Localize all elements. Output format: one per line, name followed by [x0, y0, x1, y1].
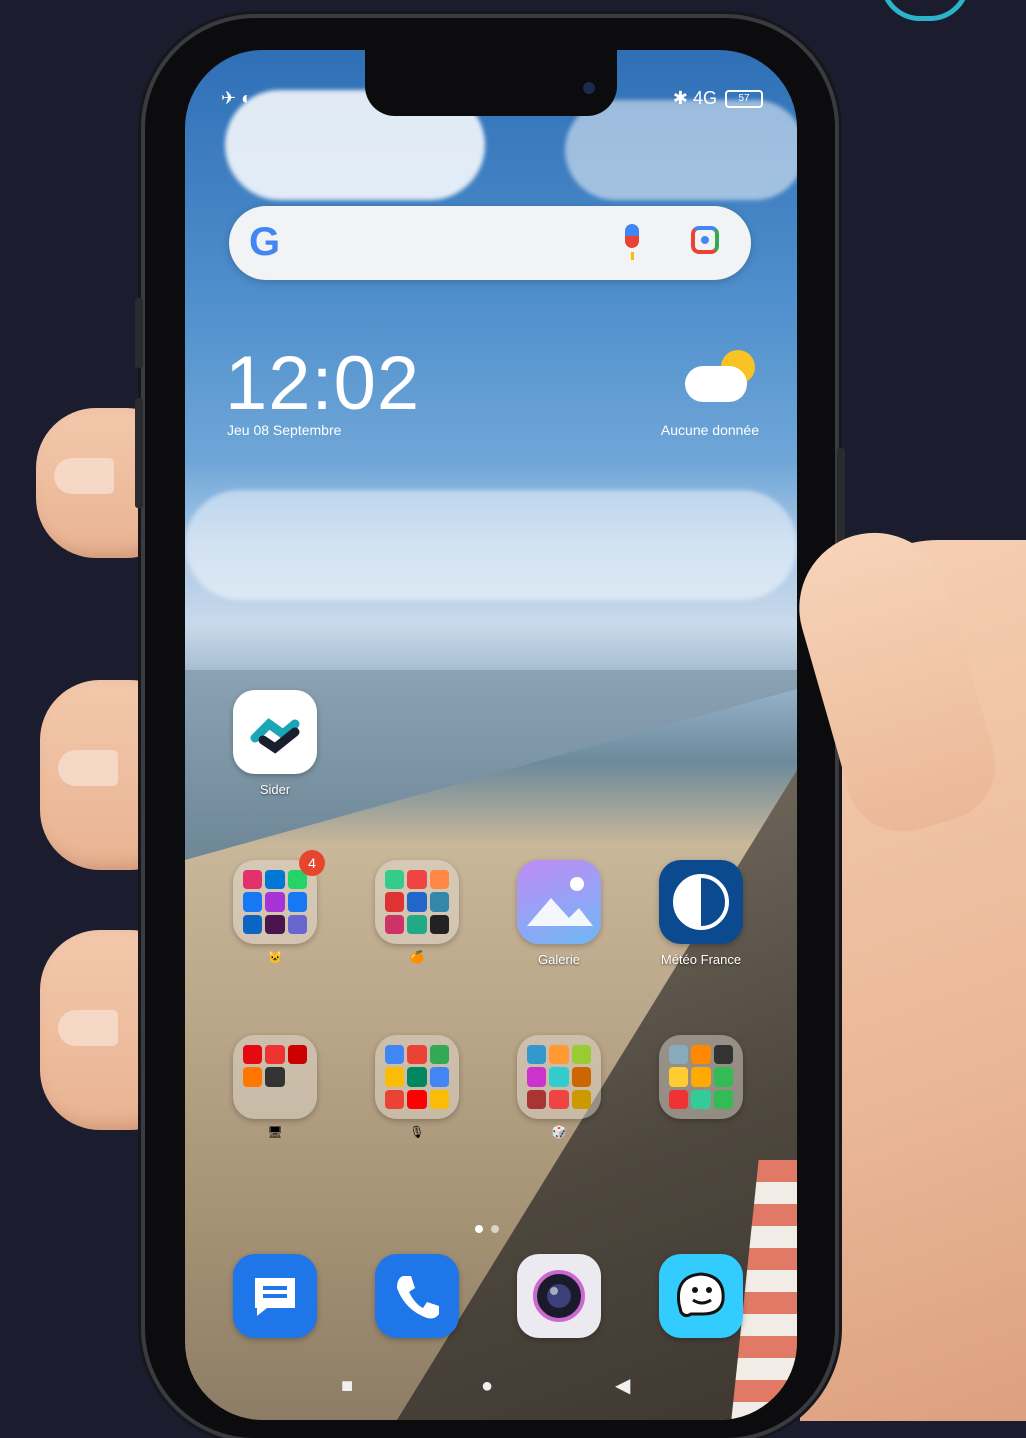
messages-icon [233, 1254, 317, 1338]
battery-icon: 57 [725, 89, 763, 108]
app-meteo-france[interactable]: Météo France [659, 860, 743, 967]
folder-tools[interactable]: 🍊 [375, 860, 459, 964]
camera-notch [365, 50, 617, 116]
google-search-bar[interactable]: G [229, 206, 751, 280]
app-label: Sider [259, 782, 291, 797]
folder-mic-icon: 🎙 [409, 1125, 425, 1139]
folder-social[interactable]: 4 🐱 [233, 850, 325, 964]
dock-phone[interactable] [375, 1254, 459, 1338]
app-label: Météo France [660, 952, 742, 967]
folder-cat-icon: 🐱 [267, 950, 283, 964]
camera-icon [517, 1254, 601, 1338]
app-sider[interactable]: Sider [233, 690, 317, 797]
home-screen: ✈︎ ◐ ✱ 4G 57 G 12:02 Jeu 08 Septembre Au… [185, 50, 797, 1420]
folder-orange-icon: 🍊 [409, 950, 425, 964]
lens-camera-icon[interactable] [691, 226, 719, 254]
dock-waze[interactable] [659, 1254, 743, 1338]
dock-camera[interactable] [517, 1254, 601, 1338]
folder-screen-icon: 🖥 [267, 1125, 283, 1139]
waze-icon [659, 1254, 743, 1338]
microphone-icon[interactable] [625, 224, 639, 260]
status-left-icons: ✈︎ ◐ [221, 88, 252, 108]
folder-utilities[interactable] [659, 1035, 743, 1125]
notification-badge: 4 [299, 850, 325, 876]
phone-body: ✈︎ ◐ ✱ 4G 57 G 12:02 Jeu 08 Septembre Au… [135, 18, 845, 1438]
folder-games[interactable]: 🎲 [517, 1035, 601, 1139]
google-logo: G [249, 220, 281, 264]
sider-icon [233, 690, 317, 774]
clock-time[interactable]: 12:02 [225, 340, 420, 427]
partly-cloudy-icon[interactable] [685, 350, 755, 404]
weather-label: Aucune donnée [660, 422, 759, 438]
home-button[interactable]: ● [481, 1375, 493, 1398]
clock-date: Jeu 08 Septembre [227, 422, 342, 438]
meteo-france-icon [659, 860, 743, 944]
status-right: ✱ 4G 57 [673, 88, 763, 109]
back-button[interactable]: ◀ [615, 1373, 630, 1398]
gallery-icon [517, 860, 601, 944]
recents-button[interactable]: ■ [341, 1375, 353, 1398]
page-indicator [475, 1225, 499, 1233]
phone-icon [375, 1254, 459, 1338]
app-galerie[interactable]: Galerie [517, 860, 601, 967]
corner-ring-decoration [880, 0, 970, 21]
folder-streaming[interactable]: 🖥 [233, 1035, 317, 1139]
folder-dice-icon: 🎲 [551, 1125, 567, 1139]
signal-icons: ✱ 4G [672, 88, 717, 108]
folder-google[interactable]: 🎙 [375, 1035, 459, 1139]
app-label: Galerie [538, 952, 580, 967]
dock-messages[interactable] [233, 1254, 317, 1338]
